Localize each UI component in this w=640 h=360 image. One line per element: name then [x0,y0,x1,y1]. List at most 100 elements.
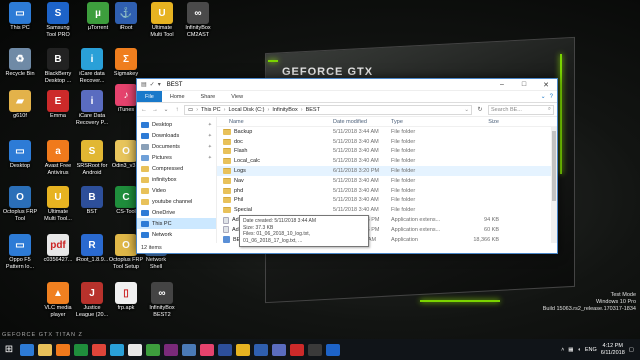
maximize-button[interactable]: □ [513,81,535,89]
table-row[interactable]: Special 5/11/2018 3:40 AM File folder [217,205,557,215]
recent-locations-button[interactable]: ⌄ [162,106,170,113]
column-size[interactable]: Size [459,119,499,125]
desktop-icon[interactable]: Σ Sigmakey [106,48,146,78]
desktop-icon[interactable]: ♻ Recycle Bin [0,48,40,78]
folder-icon [141,121,149,128]
taskbar-app-icon[interactable] [200,343,214,356]
desktop-icon[interactable]: ▯ frp.apk [106,282,146,312]
address-dropdown-icon[interactable]: ⌄ [464,107,471,113]
desktop-icon[interactable]: S Samsung Tool PRO [38,2,78,38]
breadcrumb-infinitybox[interactable]: InfinityBox [272,107,297,113]
desktop-icon[interactable]: ▭ This PC [0,2,40,32]
file-name: Flash [234,148,248,155]
column-date[interactable]: Date modified [333,119,391,125]
nav-item[interactable]: Desktop ✦ [137,119,216,130]
scroll-thumb[interactable] [552,131,556,201]
properties-icon[interactable]: ✓ [150,81,155,88]
taskbar-app-icon[interactable] [38,343,52,356]
notifications-icon[interactable]: ▢ [629,347,634,353]
column-name[interactable]: Name [217,119,333,125]
breadcrumb-best[interactable]: BEST [306,107,320,113]
explorer-window[interactable]: ▤ ✓ ▾ BEST – □ ✕ File Home Share View ⌄ … [136,78,558,254]
table-row[interactable]: Local_calc 5/11/2018 3:40 AM File folder [217,156,557,166]
nav-item[interactable]: infinitybox [137,174,216,185]
desktop-icon-label: iCare Data Recovery P... [75,113,109,126]
breadcrumb-local-disk[interactable]: Local Disk (C:) [228,107,264,113]
file-type: File folder [391,138,416,145]
file-name-cell: Nav [217,177,333,184]
column-type[interactable]: Type [391,119,459,125]
nav-item[interactable]: Video [137,185,216,196]
network-icon[interactable]: ▦ [568,347,573,353]
nav-item[interactable]: Pictures ✦ [137,152,216,163]
chevron-down-icon[interactable]: ▾ [158,81,161,88]
address-bar[interactable]: ▭ › This PC › Local Disk (C:) › Infinity… [184,104,472,115]
close-button[interactable]: ✕ [535,81,557,89]
file-name: Nav [234,177,244,184]
taskbar-app-icon[interactable] [308,343,322,356]
taskbar-app-icon[interactable] [128,343,142,356]
up-button[interactable]: ↑ [173,107,181,113]
tray-chevron-icon[interactable]: ˄ [561,347,564,353]
taskbar-app-icon[interactable] [326,343,340,356]
desktop-icon[interactable]: ∞ InfinityBox CM2AST [178,2,218,38]
folder-icon[interactable]: ▤ [141,81,147,88]
taskbar-app-icon[interactable] [56,343,70,356]
taskbar-app-icon[interactable] [110,343,124,356]
table-row[interactable]: Logs 6/11/2018 3:20 PM File folder [217,166,557,176]
taskbar-app-icon[interactable] [236,343,250,356]
start-button[interactable]: ⊞ [0,344,18,355]
volume-icon[interactable]: ◖ [577,347,580,353]
expand-ribbon-icon[interactable]: ⌄ [541,93,546,100]
taskbar-app-icon[interactable] [218,343,232,356]
back-button[interactable]: ← [140,107,148,113]
tab-share[interactable]: Share [193,91,224,102]
table-row[interactable]: Backup 5/11/2018 3:44 AM File folder [217,127,557,137]
nav-item-label: Network [152,231,173,238]
table-row[interactable]: Phil 5/11/2018 3:40 AM File folder [217,196,557,206]
tab-view[interactable]: View [223,91,251,102]
nav-item[interactable]: OneDrive [137,207,216,218]
refresh-icon[interactable]: ↻ [475,106,485,113]
desktop-icon[interactable]: ▭ Desktop [0,140,40,170]
desktop-icon[interactable]: ⚓ iRoot [106,2,146,32]
table-row[interactable]: Nav 5/11/2018 3:40 AM File folder [217,176,557,186]
forward-button[interactable]: → [151,107,159,113]
taskbar-app-icon[interactable] [74,343,88,356]
taskbar-app-icon[interactable] [254,343,268,356]
table-row[interactable]: doc 5/11/2018 3:40 AM File folder [217,137,557,147]
nav-item[interactable]: Downloads ✦ [137,130,216,141]
help-icon[interactable]: ? [550,94,553,100]
breadcrumb-this-pc[interactable]: This PC [201,107,221,113]
taskbar-app-icon[interactable] [146,343,160,356]
taskbar-app-icon[interactable] [272,343,286,356]
taskbar-app-icon[interactable] [20,343,34,356]
minimize-button[interactable]: – [491,81,513,89]
file-type: File folder [391,187,416,194]
taskbar-app-icon[interactable] [92,343,106,356]
nav-item[interactable]: Documents ✦ [137,141,216,152]
title-bar[interactable]: ▤ ✓ ▾ BEST – □ ✕ [137,79,557,91]
taskbar-app-icon[interactable] [182,343,196,356]
table-row[interactable]: phd 5/11/2018 3:40 AM File folder [217,186,557,196]
clock[interactable]: 4:12 PM 6/11/2018 [601,343,625,357]
pin-icon: ✦ [207,121,212,128]
nav-item[interactable]: youtube channel [137,196,216,207]
tab-home[interactable]: Home [162,91,193,102]
file-date: 5/11/2018 3:40 AM [333,148,379,155]
desktop-icon[interactable]: ▰ g610f [0,90,40,120]
taskbar-app-icon[interactable] [164,343,178,356]
taskbar-app-icon[interactable] [290,343,304,356]
desktop-icon[interactable]: U Ultimate Multi Tool [142,2,182,38]
nav-item[interactable]: This PC [137,218,216,229]
nav-item[interactable]: Compressed [137,163,216,174]
vertical-scrollbar[interactable] [551,127,557,243]
tab-file[interactable]: File [137,91,162,102]
language-indicator[interactable]: ENG [585,347,597,353]
desktop-icon[interactable]: ∞ InfinityBox BEST2 [142,282,182,318]
table-row[interactable]: Flash 5/11/2018 3:40 AM File folder [217,147,557,157]
desktop-icon[interactable]: O Octoplus FRP Tool [0,186,40,222]
desktop-icon[interactable]: ▭ Oppo F5 Pattern lo... [0,234,40,270]
search-input[interactable]: Search BE... ⌕ [488,104,554,115]
nav-item[interactable]: Network [137,229,216,240]
